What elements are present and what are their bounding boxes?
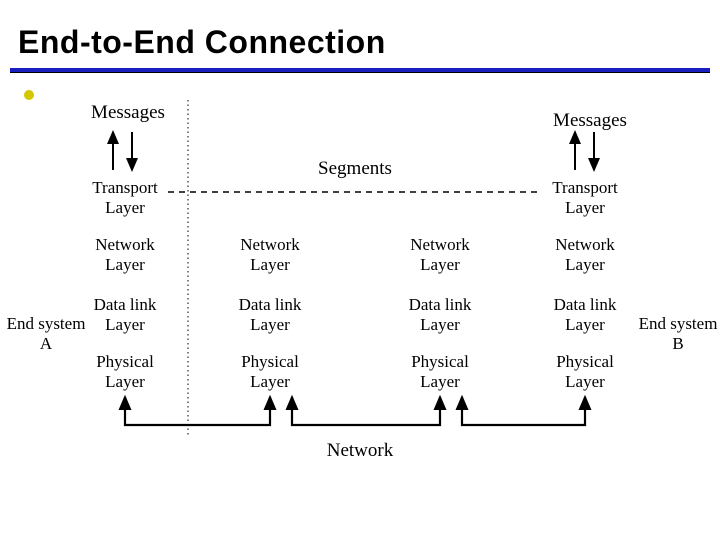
transport-layer-b: Transport Layer: [540, 178, 630, 217]
datalink-layer-b: Data link Layer: [540, 295, 630, 334]
network-layer-r1: Network Layer: [225, 235, 315, 274]
network-layer-r2: Network Layer: [395, 235, 485, 274]
network-bottom-label: Network: [300, 440, 420, 462]
end-system-a-label: End system A: [0, 314, 96, 353]
physical-layer-a: Physical Layer: [80, 352, 170, 391]
physical-layer-b: Physical Layer: [540, 352, 630, 391]
slide-title: End-to-End Connection: [18, 24, 386, 61]
segments-label: Segments: [290, 158, 420, 180]
physical-layer-r2: Physical Layer: [395, 352, 485, 391]
datalink-layer-r1: Data link Layer: [225, 295, 315, 334]
physical-layer-r1: Physical Layer: [225, 352, 315, 391]
network-layer-b: Network Layer: [540, 235, 630, 274]
transport-layer-a: Transport Layer: [80, 178, 170, 217]
messages-right-label: Messages: [530, 110, 650, 132]
end-system-b-label: End system B: [628, 314, 720, 353]
datalink-layer-r2: Data link Layer: [395, 295, 485, 334]
network-layer-a: Network Layer: [80, 235, 170, 274]
title-rule: [10, 68, 710, 73]
messages-left-label: Messages: [68, 102, 188, 124]
bullet-icon: [24, 90, 34, 100]
